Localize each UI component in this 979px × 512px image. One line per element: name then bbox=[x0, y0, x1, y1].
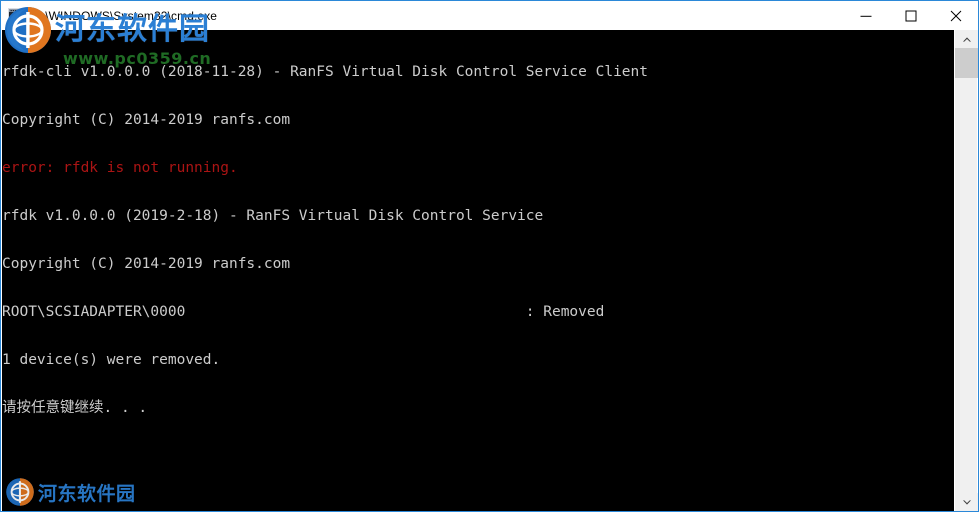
scroll-down-button[interactable] bbox=[955, 493, 978, 511]
chevron-up-icon bbox=[962, 36, 971, 42]
console-line: rfdk v1.0.0.0 (2019-2-18) - RanFS Virtua… bbox=[2, 208, 544, 224]
window-title: C:\WINDOWS\System32\cmd.exe bbox=[33, 8, 218, 23]
chevron-down-icon bbox=[962, 499, 971, 505]
window-controls bbox=[843, 1, 978, 30]
console-line: Copyright (C) 2014-2019 ranfs.com bbox=[2, 256, 291, 272]
title-bar[interactable]: C:\WINDOWS\System32\cmd.exe bbox=[1, 1, 978, 30]
console-text-buffer: rfdk-cli v1.0.0.0 (2018-11-28) - RanFS V… bbox=[2, 30, 648, 448]
close-icon bbox=[950, 10, 961, 21]
console-line: rfdk-cli v1.0.0.0 (2018-11-28) - RanFS V… bbox=[2, 64, 649, 80]
console-line-error: error: rfdk is not running. bbox=[2, 160, 238, 176]
minimize-button[interactable] bbox=[843, 1, 888, 30]
vertical-scrollbar[interactable] bbox=[954, 30, 978, 511]
scroll-thumb[interactable] bbox=[955, 48, 978, 78]
close-button[interactable] bbox=[933, 1, 978, 30]
maximize-button[interactable] bbox=[888, 1, 933, 30]
console-line: Copyright (C) 2014-2019 ranfs.com bbox=[2, 112, 291, 128]
console-line-prompt: 请按任意键继续. . . bbox=[2, 400, 148, 416]
console-output-area[interactable]: rfdk-cli v1.0.0.0 (2018-11-28) - RanFS V… bbox=[2, 30, 956, 511]
minimize-icon bbox=[860, 15, 871, 17]
scroll-up-button[interactable] bbox=[955, 30, 978, 48]
cmd-window: C:\WINDOWS\System32\cmd.exe rfdk-cli v1.… bbox=[0, 0, 979, 512]
console-window-icon bbox=[8, 7, 26, 24]
maximize-icon bbox=[905, 10, 916, 21]
console-line: ROOT\SCSIADAPTER\0000 : Removed bbox=[2, 304, 605, 320]
console-line: 1 device(s) were removed. bbox=[2, 352, 221, 368]
